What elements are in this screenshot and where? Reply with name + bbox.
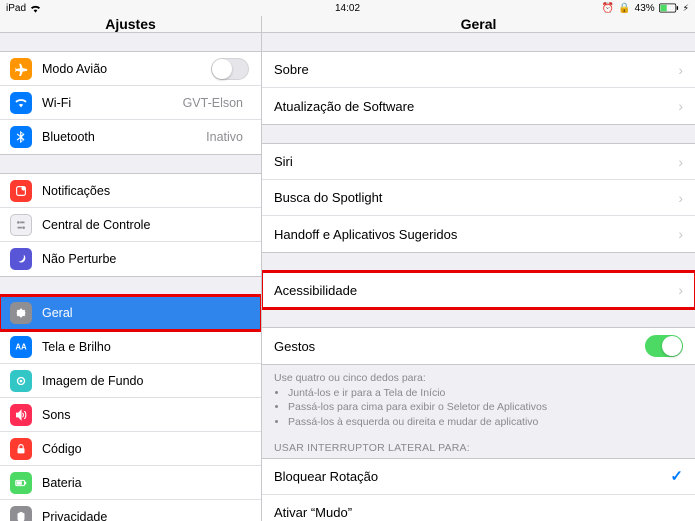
general-gestures[interactable]: Gestos — [262, 328, 695, 364]
passcode-icon — [10, 438, 32, 460]
sidebar-item-control-center[interactable]: Central de Controle — [0, 208, 261, 242]
bluetooth-value: Inativo — [206, 130, 243, 144]
sidebar-item-label: Wi-Fi — [42, 96, 183, 110]
airplane-icon — [10, 58, 32, 80]
sidebar-item-label: Bluetooth — [42, 130, 206, 144]
general-spotlight[interactable]: Busca do Spotlight › — [262, 180, 695, 216]
sidebar-item-bluetooth[interactable]: Bluetooth Inativo — [0, 120, 261, 154]
sidebar-item-battery[interactable]: Bateria — [0, 466, 261, 500]
orientation-lock-icon: 🔒 — [618, 3, 630, 14]
sidebar-item-label: Central de Controle — [42, 218, 249, 232]
sidebar-item-label: Código — [42, 442, 249, 456]
settings-sidebar: Ajustes Modo Avião Wi-Fi GVT-Elson Bluet… — [0, 16, 262, 521]
airplane-toggle[interactable] — [211, 58, 249, 80]
side-switch-mute[interactable]: Ativar “Mudo” — [262, 495, 695, 521]
battery-icon — [659, 3, 679, 13]
wifi-value: GVT-Elson — [183, 96, 243, 110]
dnd-icon — [10, 248, 32, 270]
chevron-right-icon: › — [678, 99, 683, 113]
privacy-icon — [10, 506, 32, 521]
charging-icon: ⚡︎ — [683, 3, 689, 14]
general-accessibility[interactable]: Acessibilidade › — [262, 272, 695, 308]
sidebar-item-label: Notificações — [42, 184, 249, 198]
battery-percent: 43% — [635, 3, 655, 14]
general-handoff[interactable]: Handoff e Aplicativos Sugeridos › — [262, 216, 695, 252]
chevron-right-icon: › — [678, 191, 683, 205]
notifications-icon — [10, 180, 32, 202]
chevron-right-icon: › — [678, 63, 683, 77]
sidebar-item-display[interactable]: AA Tela e Brilho — [0, 330, 261, 364]
sidebar-item-label: Geral — [42, 306, 249, 320]
sounds-icon — [10, 404, 32, 426]
sidebar-item-label: Tela e Brilho — [42, 340, 249, 354]
sidebar-item-label: Imagem de Fundo — [42, 374, 249, 388]
alarm-icon: ⏰ — [602, 3, 614, 14]
checkmark-icon: ✓ — [670, 467, 683, 485]
sidebar-item-airplane[interactable]: Modo Avião — [0, 52, 261, 86]
sidebar-item-wallpaper[interactable]: Imagem de Fundo — [0, 364, 261, 398]
bluetooth-icon — [10, 126, 32, 148]
control-center-icon — [10, 214, 32, 236]
sidebar-item-dnd[interactable]: Não Perturbe — [0, 242, 261, 276]
svg-text:AA: AA — [15, 342, 27, 351]
sidebar-item-sounds[interactable]: Sons — [0, 398, 261, 432]
detail-pane: Geral Sobre › Atualização de Software › … — [262, 16, 695, 521]
display-icon: AA — [10, 336, 32, 358]
gear-icon — [10, 302, 32, 324]
clock: 14:02 — [335, 3, 360, 14]
general-about[interactable]: Sobre › — [262, 52, 695, 88]
sidebar-item-label: Não Perturbe — [42, 252, 249, 266]
sidebar-item-notifications[interactable]: Notificações — [0, 174, 261, 208]
sidebar-item-general[interactable]: Geral — [0, 296, 261, 330]
battery-settings-icon — [10, 472, 32, 494]
general-siri[interactable]: Siri › — [262, 144, 695, 180]
status-bar: iPad 14:02 ⏰ 🔒 43% ⚡︎ — [0, 0, 695, 16]
side-switch-header: USAR INTERRUPTOR LATERAL PARA: — [262, 430, 695, 458]
wallpaper-icon — [10, 370, 32, 392]
chevron-right-icon: › — [678, 227, 683, 241]
chevron-right-icon: › — [678, 155, 683, 169]
wifi-status-icon — [30, 4, 41, 13]
sidebar-item-label: Sons — [42, 408, 249, 422]
gestures-toggle[interactable] — [645, 335, 683, 357]
side-switch-lock-rotation[interactable]: Bloquear Rotação ✓ — [262, 459, 695, 495]
detail-title: Geral — [262, 16, 695, 33]
gestures-footer: Use quatro ou cinco dedos para: Juntá-lo… — [262, 365, 695, 430]
sidebar-item-label: Bateria — [42, 476, 249, 490]
wifi-icon — [10, 92, 32, 114]
device-label: iPad — [6, 3, 26, 14]
sidebar-item-label: Privacidade — [42, 510, 249, 521]
sidebar-title: Ajustes — [0, 16, 261, 33]
general-software-update[interactable]: Atualização de Software › — [262, 88, 695, 124]
chevron-right-icon: › — [678, 283, 683, 297]
sidebar-item-passcode[interactable]: Código — [0, 432, 261, 466]
sidebar-item-label: Modo Avião — [42, 62, 211, 76]
sidebar-item-privacy[interactable]: Privacidade — [0, 500, 261, 521]
sidebar-item-wifi[interactable]: Wi-Fi GVT-Elson — [0, 86, 261, 120]
